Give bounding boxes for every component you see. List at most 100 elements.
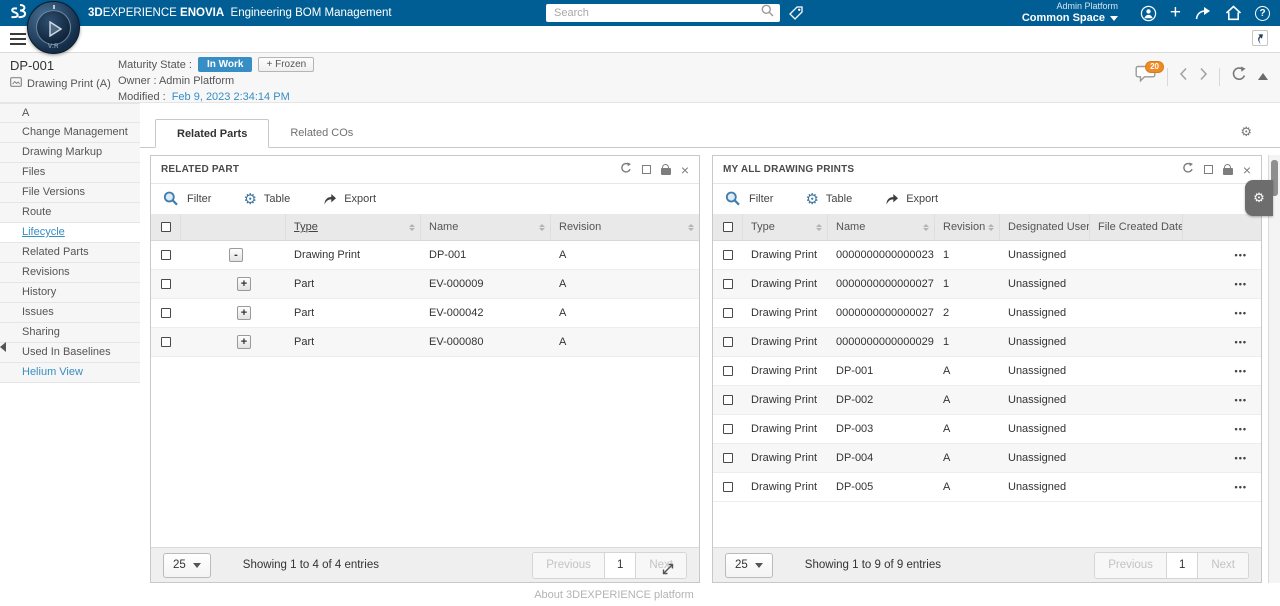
- table-row[interactable]: Drawing Print DP-004 A Unassigned •••: [713, 444, 1261, 473]
- home-icon[interactable]: [1225, 5, 1242, 21]
- tag-icon[interactable]: [788, 5, 804, 26]
- page-size-select[interactable]: 25: [163, 553, 211, 578]
- search-icon[interactable]: [761, 4, 774, 22]
- sidebar-item-issues[interactable]: Issues: [0, 303, 140, 323]
- more-actions-icon[interactable]: •••: [1235, 308, 1247, 318]
- bookmark-flag-icon[interactable]: [1252, 30, 1268, 46]
- page-size-select[interactable]: 25: [725, 553, 773, 578]
- panel-resize-handle-icon[interactable]: [661, 562, 675, 581]
- row-checkbox[interactable]: [723, 366, 733, 376]
- expand-node-icon[interactable]: +: [237, 306, 251, 320]
- panel-maximize-icon[interactable]: [642, 165, 651, 174]
- previous-page-button[interactable]: Previous: [1095, 553, 1166, 578]
- row-checkbox[interactable]: [723, 250, 733, 260]
- sidebar-item-lifecycle[interactable]: Lifecycle: [0, 223, 140, 243]
- comments-icon[interactable]: 20: [1135, 65, 1156, 88]
- more-actions-icon[interactable]: •••: [1235, 250, 1247, 260]
- table-row[interactable]: + Part EV-000042 A: [151, 299, 699, 328]
- sidebar-item-route[interactable]: Route: [0, 203, 140, 223]
- share-icon[interactable]: [1194, 5, 1212, 21]
- column-header-type[interactable]: Type: [286, 214, 421, 240]
- row-checkbox[interactable]: [723, 279, 733, 289]
- sidebar-item-helium-view[interactable]: Helium View: [0, 363, 140, 383]
- panel-settings-tab[interactable]: ⚙: [1245, 180, 1273, 216]
- more-actions-icon[interactable]: •••: [1235, 279, 1247, 289]
- table-row[interactable]: Drawing Print DP-001 A Unassigned •••: [713, 357, 1261, 386]
- row-checkbox[interactable]: [723, 337, 733, 347]
- expand-node-icon[interactable]: +: [237, 277, 251, 291]
- table-row[interactable]: Drawing Print DP-005 A Unassigned •••: [713, 473, 1261, 502]
- chevron-right-icon[interactable]: [1199, 67, 1208, 86]
- export-button[interactable]: Export: [322, 192, 376, 206]
- row-checkbox[interactable]: [161, 308, 171, 318]
- export-button[interactable]: Export: [884, 192, 938, 206]
- row-checkbox[interactable]: [723, 395, 733, 405]
- modified-value[interactable]: Feb 9, 2023 2:34:14 PM: [172, 91, 290, 103]
- next-page-button[interactable]: Next: [1198, 553, 1248, 578]
- column-header-revision[interactable]: Revision: [935, 214, 1000, 240]
- sidebar-item-history[interactable]: History: [0, 283, 140, 303]
- panel-close-icon[interactable]: ×: [681, 165, 689, 175]
- expand-node-icon[interactable]: +: [237, 335, 251, 349]
- column-header-name[interactable]: Name: [421, 214, 551, 240]
- table-row[interactable]: + Part EV-000009 A: [151, 270, 699, 299]
- sidebar-item-used-in-baselines[interactable]: Used In Baselines: [0, 343, 140, 363]
- select-all-checkbox[interactable]: [161, 222, 171, 232]
- tab-related-parts[interactable]: Related Parts: [155, 119, 269, 148]
- sidebar-item-revisions[interactable]: Revisions: [0, 263, 140, 283]
- menu-icon[interactable]: [10, 33, 26, 45]
- row-checkbox[interactable]: [723, 308, 733, 318]
- table-row[interactable]: Drawing Print 0000000000000027 2 Unassig…: [713, 299, 1261, 328]
- more-actions-icon[interactable]: •••: [1235, 482, 1247, 492]
- sort-icon[interactable]: [988, 224, 994, 231]
- sidebar-item-file-versions[interactable]: File Versions: [0, 183, 140, 203]
- filter-button[interactable]: Filter: [725, 191, 773, 207]
- more-actions-icon[interactable]: •••: [1235, 453, 1247, 463]
- filter-button[interactable]: Filter: [163, 191, 211, 207]
- table-button[interactable]: ⚙ Table: [243, 192, 290, 207]
- 3dcompass-icon[interactable]: V.R: [27, 1, 80, 54]
- sort-icon[interactable]: [409, 224, 415, 231]
- help-icon[interactable]: ?: [1255, 6, 1270, 21]
- table-row[interactable]: Drawing Print DP-003 A Unassigned •••: [713, 415, 1261, 444]
- panel-close-icon[interactable]: ×: [1243, 165, 1251, 175]
- panel-refresh-icon[interactable]: [1182, 161, 1194, 179]
- global-search[interactable]: [546, 4, 780, 22]
- sidebar-item-related-parts[interactable]: Related Parts: [0, 243, 140, 263]
- sort-icon[interactable]: [688, 224, 694, 231]
- table-row[interactable]: Drawing Print 0000000000000027 1 Unassig…: [713, 270, 1261, 299]
- table-row[interactable]: - Drawing Print DP-001 A: [151, 241, 699, 270]
- sidebar-collapse-icon[interactable]: [0, 342, 6, 352]
- column-header-revision[interactable]: Revision: [551, 214, 699, 240]
- column-header-type[interactable]: Type: [743, 214, 828, 240]
- table-row[interactable]: Drawing Print DP-002 A Unassigned •••: [713, 386, 1261, 415]
- sort-icon[interactable]: [816, 224, 822, 231]
- column-header-name[interactable]: Name: [828, 214, 935, 240]
- add-content-icon[interactable]: +: [1170, 5, 1181, 21]
- search-input[interactable]: [552, 6, 761, 20]
- current-page-button[interactable]: 1: [604, 553, 636, 578]
- row-checkbox[interactable]: [161, 250, 171, 260]
- more-actions-icon[interactable]: •••: [1235, 337, 1247, 347]
- more-actions-icon[interactable]: •••: [1235, 366, 1247, 376]
- sidebar-item-change-management[interactable]: Change Management: [0, 123, 140, 143]
- panel-lock-icon[interactable]: [661, 164, 671, 175]
- refresh-icon[interactable]: [1231, 66, 1247, 87]
- more-actions-icon[interactable]: •••: [1235, 395, 1247, 405]
- collapse-node-icon[interactable]: -: [229, 248, 243, 262]
- row-checkbox[interactable]: [723, 482, 733, 492]
- select-all-checkbox[interactable]: [723, 222, 733, 232]
- tab-related-cos[interactable]: Related COs: [269, 119, 374, 148]
- table-button[interactable]: ⚙ Table: [805, 192, 852, 207]
- table-row[interactable]: Drawing Print 0000000000000023 1 Unassig…: [713, 241, 1261, 270]
- more-actions-icon[interactable]: •••: [1235, 424, 1247, 434]
- sort-icon[interactable]: [539, 224, 545, 231]
- column-header-designated-user[interactable]: Designated User: [1000, 214, 1090, 240]
- panel-lock-icon[interactable]: [1223, 164, 1233, 175]
- sidebar-item-a[interactable]: A: [0, 103, 140, 123]
- table-row[interactable]: Drawing Print 0000000000000029 1 Unassig…: [713, 328, 1261, 357]
- row-checkbox[interactable]: [161, 279, 171, 289]
- sidebar-item-files[interactable]: Files: [0, 163, 140, 183]
- panel-refresh-icon[interactable]: [620, 161, 632, 179]
- current-page-button[interactable]: 1: [1166, 553, 1198, 578]
